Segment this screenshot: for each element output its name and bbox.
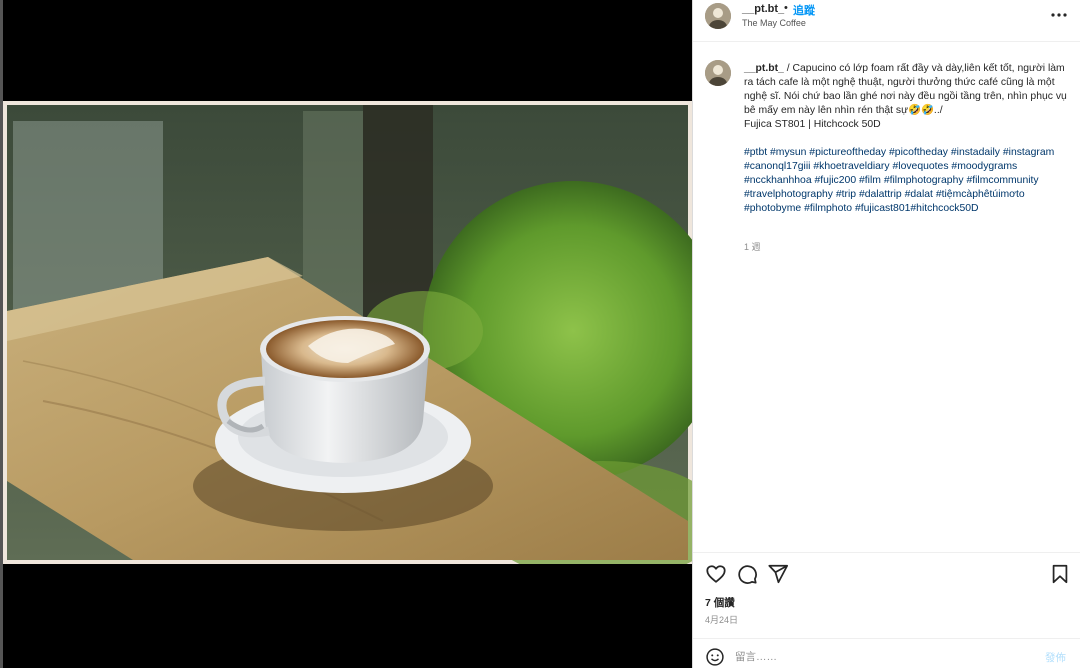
hashtag[interactable]: #instadaily: [951, 147, 1000, 158]
hashtag[interactable]: #tiệmcàphêtúimơto: [936, 189, 1025, 200]
hashtag[interactable]: #ncckhanhhoa: [744, 175, 812, 186]
hashtag[interactable]: #mysun: [770, 147, 806, 158]
hashtag[interactable]: #filmphoto: [804, 203, 852, 214]
hashtag[interactable]: #picoftheday: [889, 147, 948, 158]
coffee-cup-photo: [3, 101, 692, 564]
hashtag[interactable]: #instagram: [1003, 147, 1054, 158]
post-caption: __pt.bt_ / Capucino có lớp foam rất đầy …: [744, 62, 1069, 216]
avatar[interactable]: [705, 3, 731, 29]
caption-time-ago[interactable]: 1 週: [744, 240, 761, 253]
share-icon[interactable]: [767, 563, 789, 585]
post-photo[interactable]: [3, 101, 692, 564]
hashtag[interactable]: #dalattrip: [859, 189, 902, 200]
more-options-icon[interactable]: [1049, 7, 1069, 23]
emoji-icon[interactable]: [705, 647, 725, 667]
caption-text: __pt.bt_ / Capucino có lớp foam rất đầy …: [744, 62, 1069, 118]
comment-bar: 發佈: [693, 638, 1080, 668]
hashtag[interactable]: #khoetraveldiary: [813, 161, 889, 172]
hashtag[interactable]: #pictureoftheday: [809, 147, 886, 158]
hashtag[interactable]: #lovequotes: [892, 161, 948, 172]
hashtag[interactable]: #ptbt: [744, 147, 767, 158]
hashtag[interactable]: #moodygrams: [951, 161, 1017, 172]
bookmark-icon[interactable]: [1049, 563, 1071, 585]
hashtag[interactable]: #dalat: [905, 189, 933, 200]
comment-input[interactable]: [735, 648, 1035, 666]
hashtag[interactable]: #canonql17giii: [744, 161, 810, 172]
likes-count[interactable]: 7 個讚: [705, 595, 735, 610]
post-header: __pt.bt_ • 追蹤 The May Coffee: [693, 0, 1080, 42]
caption-username[interactable]: __pt.bt_: [744, 63, 784, 74]
hashtag[interactable]: #filmphotography: [884, 175, 964, 186]
header-separator: •: [784, 2, 788, 14]
post-media[interactable]: [3, 0, 692, 668]
hashtag[interactable]: #trip: [836, 189, 856, 200]
post-action-bar: [693, 552, 1080, 594]
heart-icon[interactable]: [705, 563, 727, 585]
hashtag[interactable]: #photobyme: [744, 203, 801, 214]
caption-avatar[interactable]: [705, 60, 731, 86]
follow-button[interactable]: 追蹤: [793, 2, 815, 18]
post-details-panel: __pt.bt_ • 追蹤 The May Coffee __pt.bt_ / …: [692, 0, 1080, 668]
comment-icon[interactable]: [736, 563, 758, 585]
hashtag[interactable]: #travelphotography: [744, 189, 833, 200]
post-comment-button[interactable]: 發佈: [1045, 650, 1066, 665]
post-username[interactable]: __pt.bt_: [742, 3, 784, 15]
caption-body: / Capucino có lớp foam rất đầy và dày,li…: [744, 63, 1067, 116]
hashtag[interactable]: #film: [859, 175, 881, 186]
post-location[interactable]: The May Coffee: [742, 18, 806, 28]
hashtag[interactable]: #filmcommunity: [966, 175, 1038, 186]
caption-camera: Fujica ST801 | Hitchcock 50D: [744, 119, 881, 130]
hashtag[interactable]: #fujic200: [815, 175, 857, 186]
hashtag-list: #ptbt #mysun #pictureoftheday #picofthed…: [744, 146, 1069, 216]
post-date[interactable]: 4月24日: [705, 613, 738, 626]
hashtag[interactable]: #fujicast801#hitchcock50D: [855, 203, 979, 214]
